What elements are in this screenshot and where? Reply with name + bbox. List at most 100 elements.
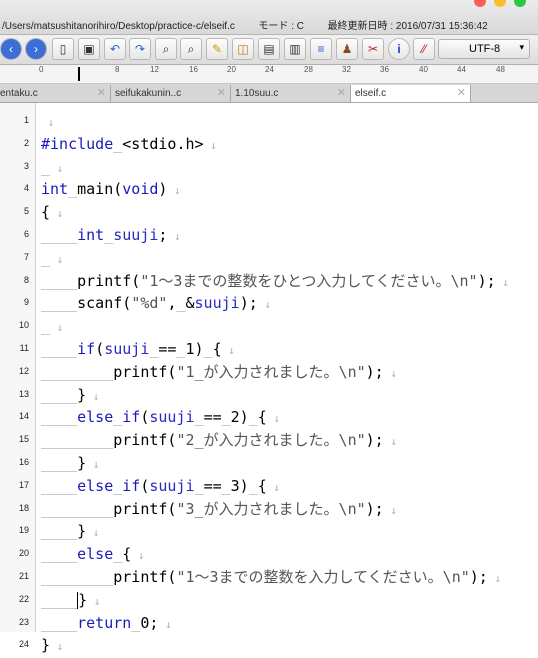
line-number: 17 bbox=[18, 479, 29, 490]
forward-icon[interactable]: › bbox=[25, 38, 47, 60]
whitespace-marker: _ bbox=[194, 476, 204, 495]
whitespace-marker: ________ bbox=[41, 568, 114, 586]
code-token: & bbox=[185, 294, 195, 313]
close-icon[interactable]: ✕ bbox=[337, 85, 346, 102]
whitespace-marker: _ bbox=[113, 476, 123, 495]
code-token: if bbox=[122, 476, 141, 495]
modified-label: 最終更新日時 : 2016/07/31 15:36:42 bbox=[327, 21, 488, 32]
code-line: _ ↓ bbox=[41, 315, 63, 338]
code-token: ); bbox=[365, 362, 384, 381]
line-break-icon: ↓ bbox=[203, 138, 217, 152]
code-token: 3) bbox=[230, 476, 249, 495]
tab-entaku[interactable]: entaku.c ✕ bbox=[0, 85, 111, 102]
code-line: ____else_if(suuji_==_3)_{ ↓ bbox=[41, 475, 280, 498]
code-line: ____} ↓ bbox=[41, 520, 99, 543]
window-icon[interactable]: ▤ bbox=[258, 38, 280, 60]
mode-label: モード : C bbox=[258, 21, 304, 32]
code-line: #include_<stdio.h> ↓ bbox=[41, 133, 217, 156]
line-break-icon: ↓ bbox=[266, 480, 281, 494]
code-line: ____int_suuji; ↓ bbox=[41, 224, 181, 247]
whitespace-marker: ____ bbox=[41, 454, 78, 472]
close-icon[interactable]: ✕ bbox=[217, 85, 226, 102]
ruler-tick-label: 8 bbox=[115, 65, 120, 74]
highlight-icon[interactable]: ✎ bbox=[206, 38, 228, 60]
compare-icon[interactable]: ✂ bbox=[362, 38, 384, 60]
code-token: } bbox=[77, 385, 87, 404]
line-number: 18 bbox=[18, 502, 29, 513]
no-wrap-icon[interactable]: ⁄⁄ bbox=[413, 38, 435, 60]
whitespace-marker: ____ bbox=[41, 408, 78, 427]
line-break-icon: ↓ bbox=[50, 321, 64, 335]
close-icon[interactable]: ✕ bbox=[97, 85, 106, 102]
replace-icon[interactable]: ⌕ bbox=[180, 38, 202, 60]
code-token: else bbox=[77, 476, 114, 495]
whitespace-marker: ____ bbox=[41, 476, 78, 495]
save-icon[interactable]: ▣ bbox=[78, 38, 100, 60]
screenshot-icon[interactable]: ◫ bbox=[232, 38, 254, 60]
code-token: printf( bbox=[77, 271, 141, 290]
line-break-icon: ↓ bbox=[167, 184, 181, 198]
redo-icon[interactable]: ↷ bbox=[129, 38, 151, 60]
back-icon[interactable]: ‹ bbox=[0, 38, 22, 60]
line-break-icon: ↓ bbox=[167, 230, 181, 243]
whitespace-marker: _ bbox=[131, 613, 141, 632]
align-icon[interactable]: ≡ bbox=[310, 38, 332, 60]
code-token: ); bbox=[365, 499, 384, 518]
tab-label: entaku.c bbox=[0, 88, 38, 99]
chevron-down-icon: ▾ bbox=[519, 42, 524, 52]
code-token: main bbox=[77, 180, 114, 199]
code-line: int_main(void) ↓ bbox=[41, 178, 181, 201]
split-window-icon[interactable]: ▥ bbox=[284, 38, 306, 60]
line-break-icon: ↓ bbox=[86, 526, 100, 540]
tab-label: elseif.c bbox=[355, 88, 387, 99]
code-line: ____if(suuji_==_1)_{ ↓ bbox=[41, 338, 235, 361]
code-token: suuji bbox=[113, 226, 159, 244]
whitespace-marker: _ bbox=[248, 476, 258, 495]
code-token: "%d" bbox=[131, 294, 168, 313]
code-token: == bbox=[203, 476, 222, 495]
whitespace-marker: _ bbox=[113, 134, 123, 153]
ruler-tick-label: 20 bbox=[227, 65, 236, 74]
ruler-tick-label: 16 bbox=[189, 65, 198, 74]
whitespace-marker: ____ bbox=[41, 545, 78, 564]
tab-label: seifukakunin..c bbox=[115, 88, 182, 99]
line-break-icon: ↓ bbox=[86, 458, 100, 471]
line-number: 8 bbox=[23, 274, 29, 285]
tab-1-10suu[interactable]: 1.10suu.c ✕ bbox=[231, 85, 351, 102]
close-window-button[interactable] bbox=[474, 0, 486, 7]
line-number: 4 bbox=[23, 183, 29, 194]
tab-seifukakunin[interactable]: seifukakunin..c ✕ bbox=[111, 85, 231, 102]
encoding-select[interactable]: UTF-8 ▾ bbox=[438, 39, 530, 59]
stamp-icon[interactable]: ♟ bbox=[336, 38, 358, 60]
line-number: 10 bbox=[18, 320, 29, 331]
code-token: { bbox=[257, 476, 267, 495]
line-break-icon: ↓ bbox=[131, 549, 145, 563]
code-token: ); bbox=[477, 271, 496, 290]
tab-bar: entaku.c ✕ seifukakunin..c ✕ 1.10suu.c ✕… bbox=[0, 84, 538, 103]
code-token: "1〜3までの整数をひとつ入力してください。\n" bbox=[140, 271, 478, 290]
whitespace-marker: ________ bbox=[41, 362, 114, 381]
line-number: 19 bbox=[18, 525, 29, 536]
code-token: if bbox=[77, 340, 96, 358]
line-number: 2 bbox=[23, 137, 29, 148]
toolbar: ‹ › ▯ ▣ ↶ ↷ ⌕ ⌕ ✎ ◫ ▤ ▥ ≡ ♟ ✂ i ⁄⁄ UTF-8… bbox=[0, 35, 538, 65]
line-number-gutter: 1 2 3 4 5 6 7 8 9 10 11 12 13 14 15 16 17 18 19 20 21 22 23 24 bbox=[0, 103, 36, 649]
close-icon[interactable]: ✕ bbox=[457, 85, 466, 102]
code-line: ____else_{ ↓ bbox=[41, 543, 145, 566]
minimize-window-button[interactable] bbox=[494, 0, 506, 7]
find-icon[interactable]: ⌕ bbox=[155, 38, 177, 60]
info-icon[interactable]: i bbox=[388, 38, 410, 60]
ruler-tick-label: 28 bbox=[304, 65, 313, 74]
whitespace-marker: _ bbox=[68, 180, 78, 199]
new-document-icon[interactable]: ▯ bbox=[52, 38, 74, 60]
code-token: } bbox=[77, 454, 87, 472]
whitespace-marker: ________ bbox=[41, 431, 114, 450]
zoom-window-button[interactable] bbox=[514, 0, 526, 7]
code-token: scanf( bbox=[77, 294, 132, 313]
tab-elseif[interactable]: elseif.c ✕ bbox=[351, 85, 471, 102]
undo-icon[interactable]: ↶ bbox=[104, 38, 126, 60]
line-number: 21 bbox=[18, 571, 29, 581]
line-break-icon: ↓ bbox=[266, 412, 281, 426]
ruler-tick-label: 36 bbox=[380, 65, 389, 74]
code-line: { ↓ bbox=[41, 201, 63, 224]
